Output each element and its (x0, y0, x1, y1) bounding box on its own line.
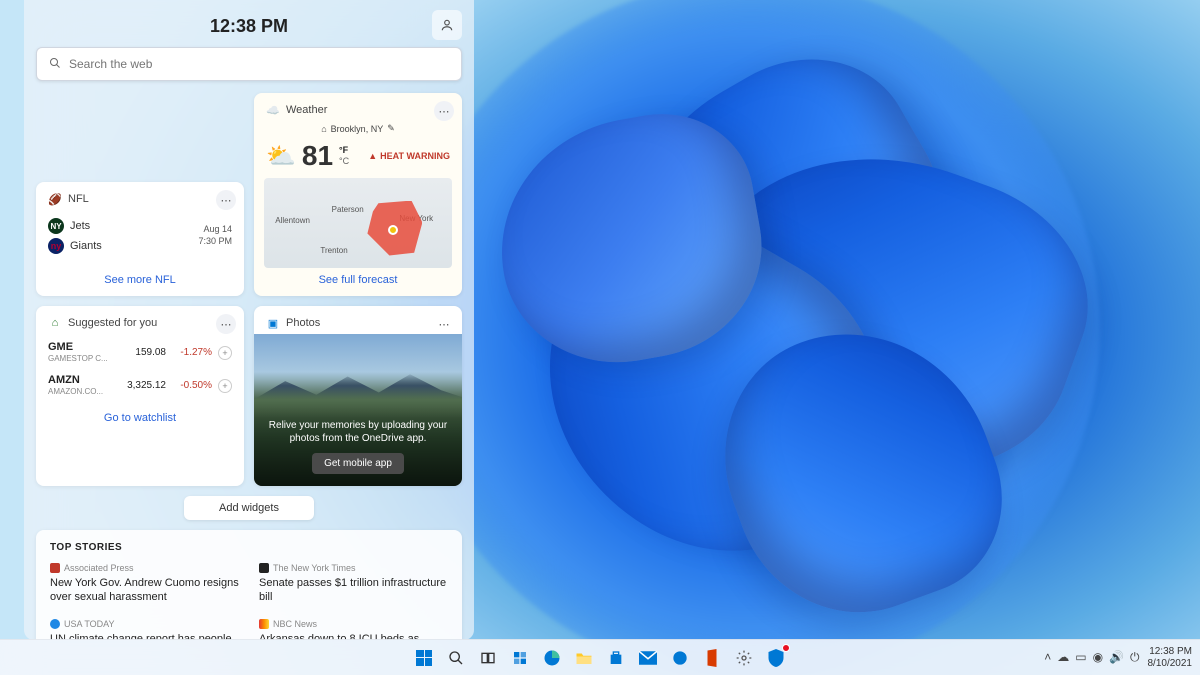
onedrive-icon[interactable]: ☁ (1057, 650, 1069, 665)
giants-logo-icon: ny (48, 238, 64, 254)
home-icon: ⌂ (321, 124, 326, 134)
photos-icon: ▣ (266, 316, 280, 330)
mail-icon[interactable] (634, 644, 662, 672)
get-app-button[interactable]: Get mobile app (312, 453, 404, 474)
search-input[interactable] (69, 57, 449, 71)
meet-icon[interactable]: ▭ (1075, 650, 1086, 665)
widget-title: Weather (286, 104, 327, 116)
volume-icon[interactable]: 🔊 (1109, 650, 1124, 665)
search-box[interactable] (36, 47, 462, 81)
more-button[interactable]: ⋯ (216, 190, 236, 210)
story-item[interactable]: NBC News Arkansas down to 8 ICU beds as … (259, 619, 448, 640)
more-button[interactable]: ⋯ (434, 101, 454, 121)
stock-row[interactable]: GMEGAMESTOP C... 159.08 -1.27% + (48, 336, 232, 369)
power-icon[interactable]: ⏻ (1130, 650, 1140, 665)
profile-button[interactable] (432, 10, 462, 40)
sun-cloud-icon: ⛅ (266, 142, 296, 171)
wifi-icon[interactable]: ◉ (1093, 650, 1103, 665)
top-stories-title: TOP STORIES (50, 542, 448, 553)
file-explorer-icon[interactable] (570, 644, 598, 672)
warning-icon: ▲ (368, 151, 377, 161)
watchlist-link[interactable]: Go to watchlist (48, 412, 232, 424)
suggested-widget[interactable]: ⌂ Suggested for you ⋯ GMEGAMESTOP C... 1… (36, 306, 244, 486)
jets-logo-icon: NY (48, 218, 64, 234)
weather-location[interactable]: ⌂ Brooklyn, NY ✎ (266, 123, 450, 134)
system-tray[interactable]: ˄ ☁ ▭ ◉ 🔊 ⏻ 12:38 PM 8/10/2021 (1044, 646, 1192, 670)
widgets-panel: 12:38 PM ☁️ Weather ⋯ ⌂ Brooklyn, NY ✎ ⛅ (24, 0, 474, 640)
top-stories-widget: TOP STORIES Associated Press New York Go… (36, 530, 462, 640)
source-icon (50, 563, 60, 573)
store-icon[interactable] (602, 644, 630, 672)
office-icon[interactable] (698, 644, 726, 672)
taskbar: ˄ ☁ ▭ ◉ 🔊 ⏻ 12:38 PM 8/10/2021 (0, 639, 1200, 675)
source-icon (259, 563, 269, 573)
story-item[interactable]: Associated Press New York Gov. Andrew Cu… (50, 563, 239, 605)
nfl-link[interactable]: See more NFL (48, 274, 232, 286)
story-item[interactable]: The New York Times Senate passes $1 tril… (259, 563, 448, 605)
chevron-up-icon[interactable]: ˄ (1044, 650, 1051, 665)
photos-text: Relive your memories by uploading your p… (266, 419, 450, 445)
add-stock-button[interactable]: + (218, 379, 232, 393)
tray-clock[interactable]: 12:38 PM 8/10/2021 (1148, 646, 1193, 670)
task-view-button[interactable] (474, 644, 502, 672)
forecast-link[interactable]: See full forecast (266, 274, 450, 286)
app-icon[interactable] (666, 644, 694, 672)
nfl-icon: 🏈 (48, 192, 62, 206)
weather-map[interactable]: Allentown Paterson New York Trenton (264, 178, 452, 268)
source-icon (259, 619, 269, 629)
widget-title: Suggested for you (68, 317, 157, 329)
security-icon[interactable] (762, 644, 790, 672)
source-icon (50, 619, 60, 629)
story-item[interactable]: USA TODAY UN climate change report has p… (50, 619, 239, 640)
widgets-button[interactable] (506, 644, 534, 672)
edit-icon: ✎ (387, 123, 395, 134)
more-button[interactable]: ⋯ (216, 314, 236, 334)
heat-warning: ▲ HEAT WARNING (368, 151, 450, 161)
widget-title: Photos (286, 317, 320, 329)
start-button[interactable] (410, 644, 438, 672)
stock-row[interactable]: AMZNAMAZON.CO... 3,325.12 -0.50% + (48, 369, 232, 402)
finance-icon: ⌂ (48, 316, 62, 330)
widget-title: NFL (68, 193, 89, 205)
nfl-team: ny Giants (48, 236, 198, 256)
search-icon (49, 57, 61, 72)
weather-widget[interactable]: ☁️ Weather ⋯ ⌂ Brooklyn, NY ✎ ⛅ 81 °F °C… (254, 93, 462, 296)
temp-units[interactable]: °F °C (339, 145, 349, 167)
panel-time: 12:38 PM (36, 16, 462, 37)
nfl-widget[interactable]: 🏈 NFL ⋯ NY Jets ny Giants Aug 14 (36, 182, 244, 296)
weather-icon: ☁️ (266, 103, 280, 117)
nfl-team: NY Jets (48, 216, 198, 236)
add-widgets-button[interactable]: Add widgets (184, 496, 314, 520)
search-button[interactable] (442, 644, 470, 672)
photos-widget[interactable]: ▣ Photos ⋯ Relive your memories by uploa… (254, 306, 462, 486)
settings-icon[interactable] (730, 644, 758, 672)
edge-icon[interactable] (538, 644, 566, 672)
add-stock-button[interactable]: + (218, 346, 232, 360)
match-time: Aug 14 7:30 PM (198, 224, 232, 247)
more-button[interactable]: ⋯ (434, 314, 454, 334)
weather-temp: 81 (302, 140, 333, 172)
